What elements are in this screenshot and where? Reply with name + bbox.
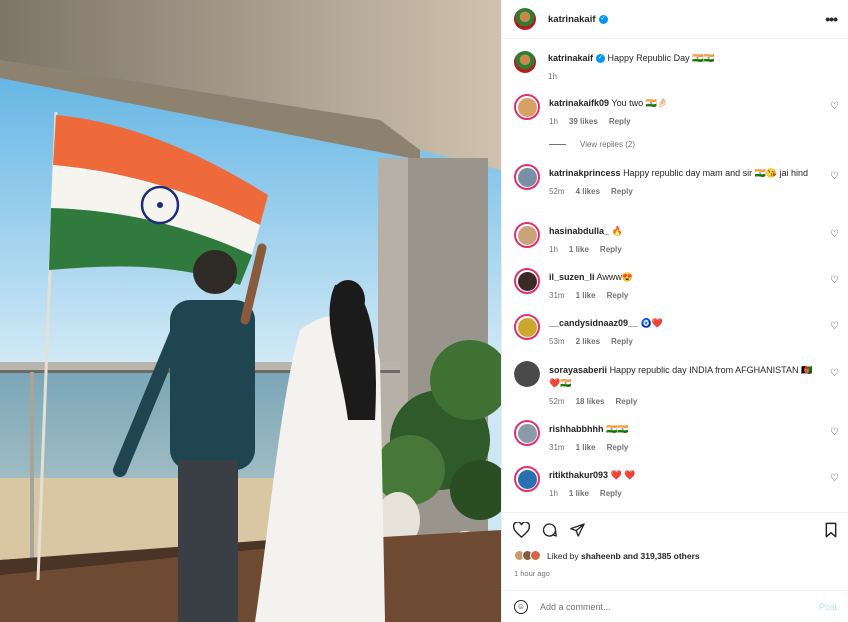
reply-button[interactable]: Reply	[607, 291, 629, 300]
verified-badge-icon: ✓	[598, 14, 608, 24]
comment-time: 1h	[549, 117, 558, 126]
comment-item: katrinakaifk09 You two 🇮🇳🤌🏻 1h 39 likes Re…	[514, 94, 839, 128]
liked-by-others[interactable]: and 319,385 others	[621, 551, 700, 561]
like-heart-icon[interactable]	[512, 521, 531, 542]
comment-time: 31m	[549, 291, 565, 300]
post-photo-scene	[0, 0, 501, 622]
comment-item: __candysidnaaz09__ 🧿❤️ 53m 2 likes Reply ♡	[514, 314, 839, 348]
post-caption: katrinakaif ✓ Happy Republic Day 🇮🇳🇮🇳 1h	[514, 51, 715, 84]
comment-like-heart-icon[interactable]: ♡	[830, 275, 839, 286]
commenter-avatar[interactable]	[514, 361, 540, 387]
comment-text: 🔥	[611, 226, 623, 236]
reply-button[interactable]: Reply	[607, 443, 629, 452]
comment-time: 52m	[549, 187, 565, 196]
comment-likes[interactable]: 1 like	[569, 245, 589, 254]
commenter-avatar[interactable]	[514, 164, 540, 190]
caption-time: 1h	[548, 72, 557, 81]
verified-badge-icon: ✓	[596, 54, 606, 64]
liker-avatar	[530, 550, 541, 561]
reply-button[interactable]: Reply	[600, 489, 622, 498]
comment-like-heart-icon[interactable]: ♡	[830, 229, 839, 240]
comment-likes[interactable]: 39 likes	[569, 117, 598, 126]
comment-username[interactable]: sorayasaberii	[549, 365, 607, 375]
comment-username[interactable]: katrinakaifk09	[549, 98, 609, 108]
commenter-avatar[interactable]	[514, 94, 540, 120]
post-image[interactable]	[0, 0, 501, 622]
comment-like-heart-icon[interactable]: ♡	[830, 171, 839, 182]
comment-item: sorayasaberii Happy republic day INDIA f…	[514, 361, 839, 408]
comment-time: 52m	[549, 397, 565, 406]
reply-button[interactable]: Reply	[609, 117, 631, 126]
share-paper-plane-icon[interactable]	[569, 522, 586, 542]
comment-like-heart-icon[interactable]: ♡	[830, 473, 839, 484]
caption-avatar[interactable]	[514, 51, 536, 73]
post-actions-bar	[502, 512, 848, 548]
comment-text: You two 🇮🇳🤌🏻	[611, 98, 668, 108]
comment-text: Happy republic day mam and sir 🇮🇳😘 jai h…	[623, 168, 809, 178]
commenter-avatar[interactable]	[514, 268, 540, 294]
commenter-avatar[interactable]	[514, 314, 540, 340]
liked-by-user[interactable]: shaheenb	[581, 551, 621, 561]
liked-by-prefix: Liked by	[547, 550, 582, 561]
post-header: katrinakaif ✓ •••	[502, 0, 848, 39]
comment-time: 53m	[549, 337, 565, 346]
comment-like-heart-icon[interactable]: ♡	[830, 321, 839, 332]
comment-item: il_suzen_li Awww😍 31m 1 like Reply ♡	[514, 268, 839, 302]
replies-divider	[549, 144, 566, 145]
comment-likes[interactable]: 1 like	[576, 291, 596, 300]
comment-time: 1h	[549, 489, 558, 498]
bookmark-icon[interactable]	[824, 522, 838, 542]
comment-input[interactable]	[540, 601, 800, 612]
comment-bubble-icon[interactable]	[541, 522, 558, 542]
comment-likes[interactable]: 18 likes	[576, 397, 605, 406]
emoji-smiley-icon[interactable]: ☺	[514, 599, 528, 614]
comment-like-heart-icon[interactable]: ♡	[830, 427, 839, 438]
comment-username[interactable]: __candysidnaaz09__	[549, 318, 638, 328]
view-replies-label: View replies (2)	[580, 140, 635, 149]
author-username[interactable]: katrinakaif	[548, 14, 596, 25]
post-comment-button[interactable]: Post	[819, 602, 837, 612]
post-timestamp: 1 hour ago	[514, 569, 550, 578]
comment-text: ❤️ ❤️	[610, 470, 636, 480]
comment-username[interactable]: il_suzen_li	[549, 272, 595, 282]
comment-text: Awww😍	[596, 272, 634, 282]
comment-username[interactable]: katrinakprincess	[549, 168, 621, 178]
view-replies-button[interactable]: View replies (2)	[549, 140, 635, 149]
comment-text: 🧿❤️	[640, 318, 663, 328]
comment-username[interactable]: hasinabdulla_	[549, 226, 609, 236]
comment-likes[interactable]: 1 like	[569, 489, 589, 498]
reply-button[interactable]: Reply	[615, 397, 637, 406]
likes-summary[interactable]: Liked by shaheenb and 319,385 others	[514, 550, 700, 561]
comment-item: hasinabdulla_ 🔥 1h 1 like Reply ♡	[514, 222, 839, 256]
comment-item: rishhabbhhh 🇮🇳🇮🇳 31m 1 like Reply ♡	[514, 420, 839, 454]
comment-like-heart-icon[interactable]: ♡	[830, 368, 839, 379]
more-options-icon[interactable]: •••	[825, 11, 838, 27]
comment-item: ritikthakur093 ❤️ ❤️ 1h 1 like Reply ♡	[514, 466, 839, 500]
commenter-avatar[interactable]	[514, 222, 540, 248]
reply-button[interactable]: Reply	[611, 337, 633, 346]
commenter-avatar[interactable]	[514, 466, 540, 492]
comment-time: 1h	[549, 245, 558, 254]
caption-text: Happy Republic Day 🇮🇳🇮🇳	[607, 53, 715, 63]
liked-by-text: Liked by shaheenb and 319,385 others	[547, 551, 700, 561]
author-avatar[interactable]	[514, 8, 536, 30]
reply-button[interactable]: Reply	[600, 245, 622, 254]
commenter-avatar[interactable]	[514, 420, 540, 446]
post-side-panel: katrinakaif ✓ ••• katrinakaif ✓ Happy Rep…	[501, 0, 848, 622]
caption-username[interactable]: katrinakaif	[548, 53, 593, 63]
comment-likes[interactable]: 2 likes	[576, 337, 600, 346]
comments-list[interactable]: katrinakaif ✓ Happy Republic Day 🇮🇳🇮🇳 1h …	[502, 40, 848, 512]
comment-likes[interactable]: 1 like	[576, 443, 596, 452]
comment-item: katrinakprincess Happy republic day mam …	[514, 164, 839, 198]
comment-likes[interactable]: 4 likes	[576, 187, 600, 196]
add-comment-bar: ☺ Post	[502, 590, 848, 622]
comment-username[interactable]: rishhabbhhh	[549, 424, 604, 434]
comment-time: 31m	[549, 443, 565, 452]
comment-like-heart-icon[interactable]: ♡	[830, 101, 839, 112]
comment-text: 🇮🇳🇮🇳	[606, 424, 629, 434]
comment-username[interactable]: ritikthakur093	[549, 470, 608, 480]
reply-button[interactable]: Reply	[611, 187, 633, 196]
